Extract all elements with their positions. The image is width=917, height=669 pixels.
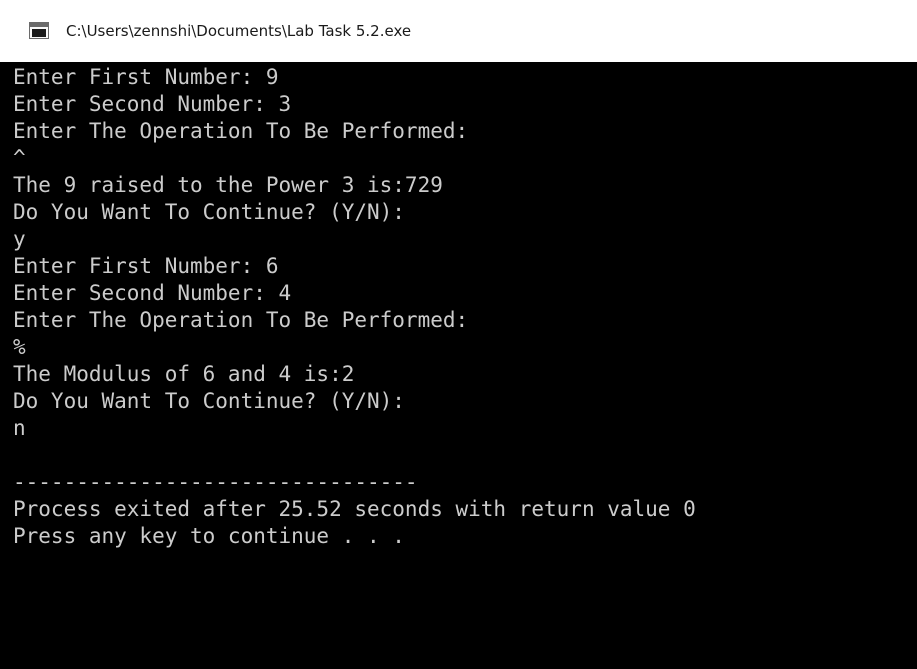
console-output-area[interactable]: Enter First Number: 9 Enter Second Numbe… [0,62,917,669]
console-line: Enter The Operation To Be Performed: [13,308,469,332]
press-any-key-line: Press any key to continue . . . [13,524,405,548]
console-line: Enter Second Number: 4 [13,281,292,305]
console-app-icon [29,22,49,39]
console-line: Enter First Number: 9 [13,65,279,89]
console-line: % [13,335,26,359]
console-line: y [13,227,26,251]
console-line: Do You Want To Continue? (Y/N): [13,389,405,413]
console-line: Enter The Operation To Be Performed: [13,119,469,143]
console-line: The Modulus of 6 and 4 is:2 [13,362,355,386]
console-line: ^ [13,146,26,170]
console-line: Enter Second Number: 3 [13,92,292,116]
console-lines: Enter First Number: 9 Enter Second Numbe… [13,64,696,550]
title-bar[interactable]: C:\Users\zennshi\Documents\Lab Task 5.2.… [0,0,917,62]
console-line: The 9 raised to the Power 3 is:729 [13,173,443,197]
window-title: C:\Users\zennshi\Documents\Lab Task 5.2.… [66,22,412,40]
console-line: Enter First Number: 6 [13,254,279,278]
console-line: Do You Want To Continue? (Y/N): [13,200,405,224]
console-window: C:\Users\zennshi\Documents\Lab Task 5.2.… [0,0,917,669]
separator-line: -------------------------------- [13,470,418,494]
console-line: n [13,416,26,440]
process-exit-line: Process exited after 25.52 seconds with … [13,497,696,521]
